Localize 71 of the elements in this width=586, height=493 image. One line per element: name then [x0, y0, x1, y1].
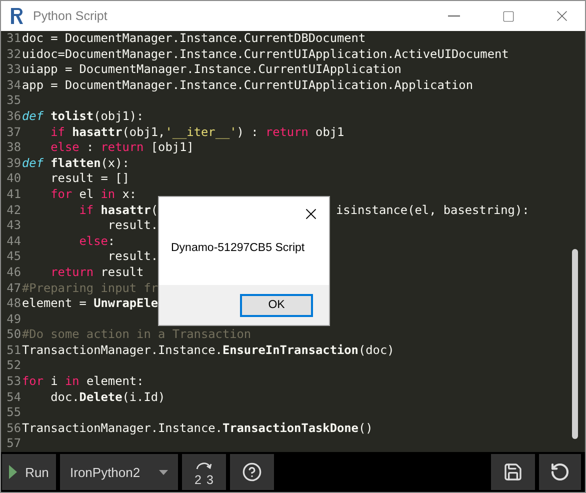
code-line: else: — [78, 234, 116, 250]
code-line: TransactionManager.Instance.EnsureInTransaction(doc) — [22, 342, 394, 358]
save-button[interactable] — [491, 454, 535, 490]
code-line: uidoc=DocumentManager.Instance.CurrentUIApplication.ActiveUIDocument — [22, 46, 509, 62]
code-line: doc = DocumentManager.Instance.CurrentDBDocument — [22, 31, 366, 47]
python-version-label: 3 — [206, 473, 214, 487]
line-number: 56 — [6, 420, 22, 436]
play-icon — [9, 465, 18, 479]
line-number: 46 — [6, 264, 22, 280]
code-line: if hasattr(obj1,'__iter__') : return obj1 — [50, 124, 344, 140]
code-line: app = DocumentManager.Instance.CurrentUIApplication.Application — [22, 78, 474, 94]
caret-icon — [159, 470, 168, 474]
line-number: 36 — [6, 108, 22, 125]
line-number: 45 — [6, 249, 22, 265]
undo-button[interactable] — [539, 454, 581, 490]
ok-button[interactable]: OK — [240, 294, 313, 316]
code-line: def tolist(obj1): — [22, 108, 144, 125]
line-number: 50 — [6, 327, 22, 343]
undo-icon — [550, 462, 570, 482]
line-number: 54 — [6, 390, 22, 406]
dialog-message: Dynamo-51297CB5 Script — [171, 242, 305, 254]
code-line: uiapp = DocumentManager.Instance.CurrentUIApplication — [22, 62, 402, 78]
line-number: 39 — [6, 156, 22, 172]
code-line: def flatten(x): — [22, 156, 130, 172]
line-number: 37 — [6, 124, 22, 140]
python-version-label: 2 — [194, 473, 202, 487]
line-number: 35 — [6, 93, 22, 109]
line-number: 51 — [6, 342, 22, 358]
code-line: #Preparing input fr — [22, 280, 158, 296]
code-line: else : return [obj1] — [50, 140, 194, 156]
code-line: doc.Delete(i.Id) — [50, 390, 166, 406]
scrollbar-thumb[interactable] — [572, 249, 578, 439]
line-number: 52 — [6, 358, 22, 374]
line-number: 49 — [6, 312, 22, 328]
code-line: TransactionManager.Instance.TransactionTaskDone() — [22, 420, 373, 436]
line-number: 40 — [6, 171, 22, 187]
code-line: for el in x: — [50, 186, 137, 203]
code-line: isinstance(el, basestring): — [336, 202, 530, 218]
code-line: element = UnwrapEle — [22, 296, 158, 312]
line-number: 38 — [6, 140, 22, 156]
line-number: 55 — [6, 405, 22, 421]
minimize-icon — [448, 15, 460, 17]
line-number: 44 — [6, 234, 22, 250]
code-line: for i in element: — [22, 374, 144, 390]
convert-button[interactable]: 2 3 — [182, 454, 226, 490]
line-number: 42 — [6, 202, 22, 218]
code-line: result = [] — [50, 171, 130, 187]
curved-arrow-icon — [195, 460, 213, 470]
line-number: 47 — [6, 280, 22, 296]
engine-dropdown[interactable]: IronPython2 — [60, 454, 178, 490]
window-title: Python Script — [33, 9, 108, 23]
save-icon — [503, 462, 523, 482]
line-number: 43 — [6, 218, 22, 234]
maximize-icon — [502, 10, 514, 22]
line-number: 48 — [6, 296, 22, 312]
code-line: return result — [50, 264, 144, 280]
line-number: 31 — [6, 31, 22, 47]
help-icon — [242, 462, 262, 482]
line-number: 34 — [6, 78, 22, 94]
code-line: result. — [106, 249, 158, 265]
line-number: 32 — [6, 46, 22, 62]
line-number: 57 — [6, 436, 22, 452]
code-line: #Do some action in a Transaction — [22, 327, 252, 343]
line-number: 41 — [6, 186, 22, 203]
help-button[interactable] — [230, 454, 274, 490]
code-line: result. — [106, 218, 158, 234]
run-button[interactable]: Run — [2, 454, 56, 490]
app-logo-icon — [9, 7, 25, 25]
line-number: 53 — [6, 374, 22, 390]
line-number: 33 — [6, 62, 22, 78]
code-line: if hasattr( — [78, 202, 158, 218]
